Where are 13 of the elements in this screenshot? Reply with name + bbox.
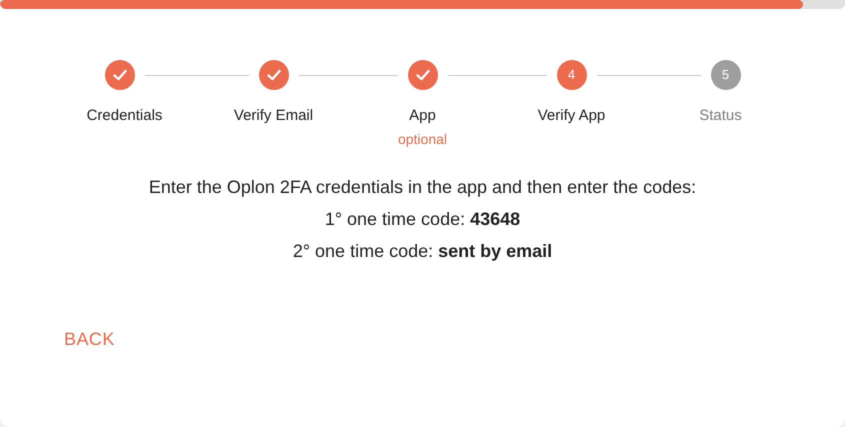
instruction-text: 2° one time code: sent by email [292,240,552,263]
back-button[interactable]: BACK [64,326,115,353]
step-note: optional [398,130,448,148]
instruction-text: Enter the Oplon 2FA credentials in the app and then enter the codes: [148,176,696,199]
step-label: Verify App [538,107,606,125]
step-label: Credentials [86,107,162,125]
step-label: Verify Email [234,107,314,125]
instruction-text: 1° one time code: 43648 [324,208,520,231]
checkmark-icon [112,69,126,81]
step-label: Status [699,107,742,125]
step-label: App [409,107,436,125]
checkmark-icon [266,69,280,81]
checkmark-icon [416,69,430,81]
